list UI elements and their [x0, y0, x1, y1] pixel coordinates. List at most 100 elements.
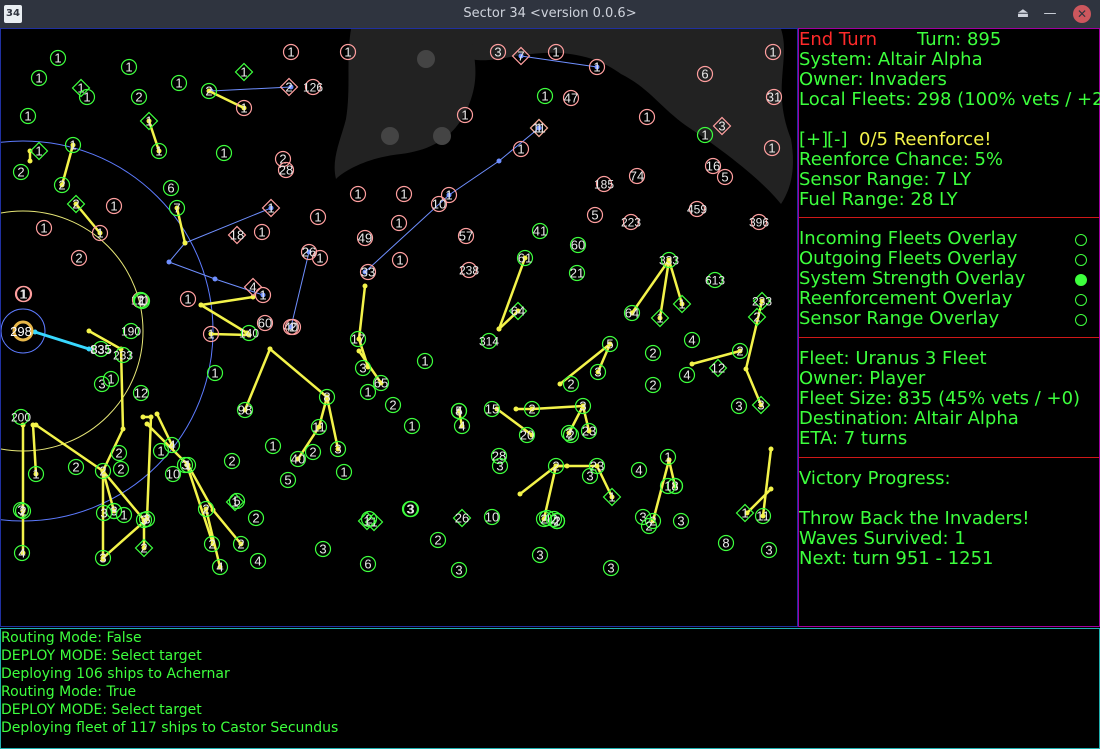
- player-star-system[interactable]: 3: [105, 502, 123, 520]
- enemy-star-system[interactable]: 459: [687, 200, 707, 218]
- player-star-system[interactable]: 65: [372, 374, 390, 392]
- reenforce-minus-button[interactable]: [-]: [827, 130, 848, 150]
- minimize-icon[interactable]: —: [1041, 5, 1059, 23]
- player-star-system[interactable]: 1: [170, 74, 188, 92]
- player-star-system[interactable]: 60: [569, 236, 587, 254]
- player-star-system[interactable]: 2: [134, 538, 154, 558]
- player-star-system[interactable]: 233: [113, 346, 133, 364]
- player-star-system[interactable]: 2: [223, 452, 241, 470]
- close-icon[interactable]: ✕: [1073, 5, 1091, 23]
- player-star-system[interactable]: 1: [30, 69, 48, 87]
- player-star-system[interactable]: 3: [94, 549, 112, 567]
- enemy-star-system[interactable]: 31: [765, 88, 783, 106]
- player-star-system[interactable]: 3: [491, 457, 509, 475]
- player-star-system[interactable]: 1: [29, 141, 49, 161]
- player-star-system[interactable]: 1: [120, 58, 138, 76]
- overlay-strength-label[interactable]: System Strength Overlay: [799, 269, 1025, 289]
- map-canvas[interactable]: 1111121 1 3 7 11112 1261 216311 471 111 11311 1112…: [1, 29, 798, 627]
- player-star-system[interactable]: 11: [310, 418, 328, 436]
- overlay-sensor-label[interactable]: Sensor Range Overlay: [799, 309, 999, 329]
- player-star-system[interactable]: 64: [508, 301, 528, 321]
- selected-fleet-strength[interactable]: 835: [90, 342, 112, 357]
- player-star-system[interactable]: 3: [329, 440, 347, 458]
- player-star-system[interactable]: 2: [384, 396, 402, 414]
- player-star-system[interactable]: 8: [318, 388, 336, 406]
- player-star-system[interactable]: 6: [162, 179, 180, 197]
- player-star-system[interactable]: 1: [264, 437, 282, 455]
- player-star-system[interactable]: 4: [678, 366, 696, 384]
- enemy-star-system[interactable]: 2: [70, 249, 88, 267]
- player-star-system[interactable]: 1: [64, 136, 82, 154]
- player-star-system[interactable]: 1: [602, 487, 622, 507]
- player-star-system[interactable]: 4: [630, 461, 648, 479]
- enemy-star-system[interactable]: 1: [309, 208, 327, 226]
- player-star-system[interactable]: 1: [335, 463, 353, 481]
- enemy-star-system[interactable]: 223: [621, 213, 641, 231]
- enemy-star-system[interactable]: 26: [300, 243, 318, 261]
- enemy-star-system[interactable]: 28: [277, 161, 295, 179]
- enemy-star-system[interactable]: 185: [594, 175, 614, 193]
- player-star-system[interactable]: 4: [249, 552, 267, 570]
- selected-system[interactable]: 298: [10, 320, 34, 342]
- player-star-system[interactable]: 26: [452, 508, 472, 528]
- enemy-star-system[interactable]: 1: [91, 224, 109, 242]
- player-star-system[interactable]: 21: [568, 264, 586, 282]
- player-star-system[interactable]: 2: [304, 443, 322, 461]
- enemy-star-system[interactable]: 1: [254, 286, 272, 304]
- player-star-system[interactable]: 64: [623, 304, 641, 322]
- enemy-star-system[interactable]: 238: [459, 261, 479, 279]
- overlay-incoming-label[interactable]: Incoming Fleets Overlay: [799, 229, 1017, 249]
- reenforce-plus-button[interactable]: [+]: [799, 130, 828, 150]
- player-star-system[interactable]: 8: [717, 534, 735, 552]
- player-star-system[interactable]: 1: [102, 370, 120, 388]
- player-star-system[interactable]: 5: [450, 402, 468, 420]
- player-star-system[interactable]: 12: [708, 358, 728, 378]
- overlay-outgoing-toggle[interactable]: [1075, 254, 1087, 266]
- player-star-system[interactable]: 4: [683, 331, 701, 349]
- player-star-system[interactable]: 41: [531, 222, 549, 240]
- enemy-star-system[interactable]: 5: [716, 168, 734, 186]
- enemy-star-system[interactable]: 1: [395, 185, 413, 203]
- player-star-system[interactable]: 2: [110, 444, 128, 462]
- player-star-system[interactable]: 2: [130, 88, 148, 106]
- player-star-system[interactable]: 3: [314, 540, 332, 558]
- player-star-system[interactable]: 3: [602, 559, 620, 577]
- player-star-system[interactable]: 1: [215, 144, 233, 162]
- player-star-system[interactable]: 7: [168, 199, 186, 217]
- galaxy-map[interactable]: 1 1 1 1 1 2 1 1 3 7 1 1 1 1 2 126 1 2 1 6 31 1 47 1 1 1 1 1 1 3 1 1 1 1 1 2…: [0, 28, 798, 627]
- enemy-star-system[interactable]: 396: [749, 213, 769, 231]
- player-star-system[interactable]: 233: [752, 291, 772, 311]
- enemy-star-system[interactable]: 1: [261, 198, 281, 218]
- player-star-system[interactable]: 2: [644, 376, 662, 394]
- player-star-system[interactable]: 2: [644, 344, 662, 362]
- overlay-sensor-toggle[interactable]: [1075, 314, 1087, 326]
- player-star-system[interactable]: 1: [206, 364, 224, 382]
- player-star-system[interactable]: 1: [403, 417, 421, 435]
- enemy-star-system[interactable]: 16: [704, 157, 722, 175]
- player-star-system[interactable]: 3: [751, 395, 771, 415]
- player-star-system[interactable]: 17: [349, 330, 367, 348]
- player-star-system[interactable]: 2: [731, 342, 749, 360]
- player-star-system[interactable]: 61: [516, 249, 534, 267]
- player-star-system[interactable]: 11: [754, 507, 772, 525]
- player-star-system[interactable]: 20: [518, 426, 536, 444]
- player-star-system[interactable]: 2: [429, 531, 447, 549]
- player-star-system[interactable]: 5: [601, 335, 619, 353]
- player-star-system[interactable]: 1: [650, 308, 670, 328]
- enemy-star-system[interactable]: 10: [430, 195, 448, 213]
- enemy-star-system[interactable]: 1: [35, 219, 53, 237]
- enemy-star-system[interactable]: 47: [562, 89, 580, 107]
- player-star-system[interactable]: 1: [27, 465, 45, 483]
- overlay-incoming-toggle[interactable]: [1075, 234, 1087, 246]
- player-star-system[interactable]: 1: [735, 503, 755, 523]
- player-star-system[interactable]: 1: [659, 448, 677, 466]
- player-star-system[interactable]: 2: [112, 460, 130, 478]
- enemy-star-system[interactable]: 1: [390, 214, 408, 232]
- player-star-system[interactable]: 2: [562, 375, 580, 393]
- player-star-system[interactable]: 2: [203, 535, 221, 553]
- player-star-system[interactable]: 1: [150, 142, 168, 160]
- player-star-system[interactable]: 12: [132, 384, 150, 402]
- player-star-system[interactable]: 2: [53, 176, 71, 194]
- enemy-star-system[interactable]: 1: [588, 58, 606, 76]
- enemy-star-system[interactable]: 1: [105, 197, 123, 215]
